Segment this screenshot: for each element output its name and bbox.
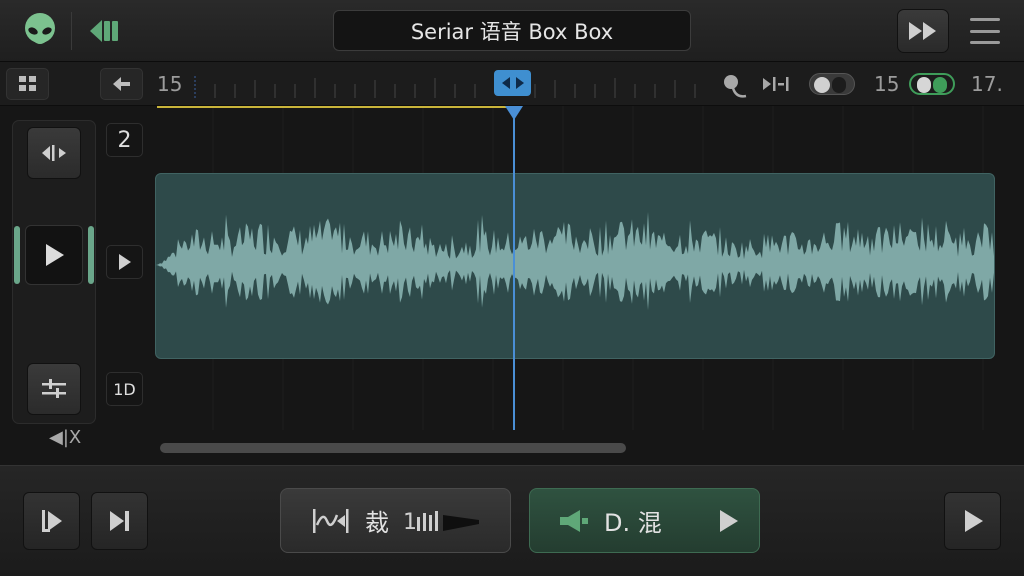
- arrow-left-icon: [112, 77, 130, 91]
- ruler-start-number: 15: [157, 72, 183, 96]
- waveform: [156, 211, 994, 311]
- playhead-handle[interactable]: [505, 106, 523, 120]
- grid-view-button[interactable]: [6, 68, 49, 100]
- track-play-button[interactable]: [25, 225, 83, 285]
- speaker-icon: [560, 509, 588, 532]
- top-bar: Seriar 语音 Box Box: [0, 0, 1024, 62]
- divider: [71, 12, 72, 50]
- fast-forward-button[interactable]: [897, 9, 949, 53]
- zoom-level[interactable]: 1D: [106, 372, 143, 406]
- mute-label[interactable]: ◀|X: [49, 427, 89, 448]
- skip-end-icon: [109, 511, 129, 531]
- level-bars-icon: 1: [403, 510, 479, 535]
- go-to-start-button[interactable]: [100, 68, 143, 100]
- trim-button[interactable]: 裁 1: [280, 488, 511, 553]
- bottom-toolbar: [0, 465, 1024, 576]
- split-button[interactable]: [27, 127, 81, 179]
- skip-to-end-button[interactable]: [91, 492, 148, 550]
- play-icon: [964, 510, 983, 532]
- ruler-number-right-a: 15: [874, 72, 900, 96]
- snap-icon[interactable]: [762, 74, 790, 94]
- fast-forward-icon: [909, 22, 936, 40]
- expand-track-button[interactable]: [106, 245, 143, 279]
- mix-label: D. 混: [604, 509, 662, 537]
- horizontal-scrollbar[interactable]: [160, 443, 626, 453]
- grid-icon: [18, 76, 36, 91]
- svg-text:1: 1: [403, 510, 417, 535]
- loop-range-marker: [157, 106, 513, 108]
- alien-icon[interactable]: [22, 12, 58, 50]
- split-icon: [42, 145, 66, 161]
- toggle-switch-b[interactable]: [909, 73, 955, 95]
- track-indicator-left: [14, 226, 20, 284]
- project-title[interactable]: Seriar 语音 Box Box: [333, 10, 691, 51]
- microphone-icon[interactable]: [720, 72, 748, 100]
- chevron-right-icon: [118, 254, 131, 270]
- timeline-ruler[interactable]: 15 15 17.: [0, 62, 1024, 106]
- skip-to-start-button[interactable]: [23, 492, 80, 550]
- waveform-shape: [156, 211, 994, 311]
- playhead-locator[interactable]: [494, 70, 531, 96]
- toggle-switch-a[interactable]: [809, 73, 855, 95]
- play-icon: [719, 509, 738, 532]
- track-controls-panel: ◀|X: [12, 120, 96, 448]
- back-arrow-icon[interactable]: [84, 14, 124, 48]
- locator-arrows-icon: [501, 77, 524, 89]
- equalizer-icon: [42, 379, 66, 398]
- play-button[interactable]: [944, 492, 1001, 550]
- playhead-line[interactable]: [513, 106, 515, 430]
- trim-waveform-icon: [313, 508, 349, 533]
- ruler-number-right-b: 17.: [971, 72, 1003, 96]
- skip-start-icon: [41, 510, 62, 532]
- ruler-ticks: [194, 76, 696, 98]
- eq-button[interactable]: [27, 363, 81, 415]
- hamburger-menu-icon[interactable]: [962, 12, 1008, 50]
- mix-button[interactable]: D. 混: [529, 488, 760, 553]
- audio-region[interactable]: [155, 173, 995, 359]
- play-icon: [46, 244, 64, 266]
- track-count[interactable]: 2: [106, 123, 143, 157]
- track-indicator-right: [88, 226, 94, 284]
- trim-label: 裁: [365, 509, 389, 537]
